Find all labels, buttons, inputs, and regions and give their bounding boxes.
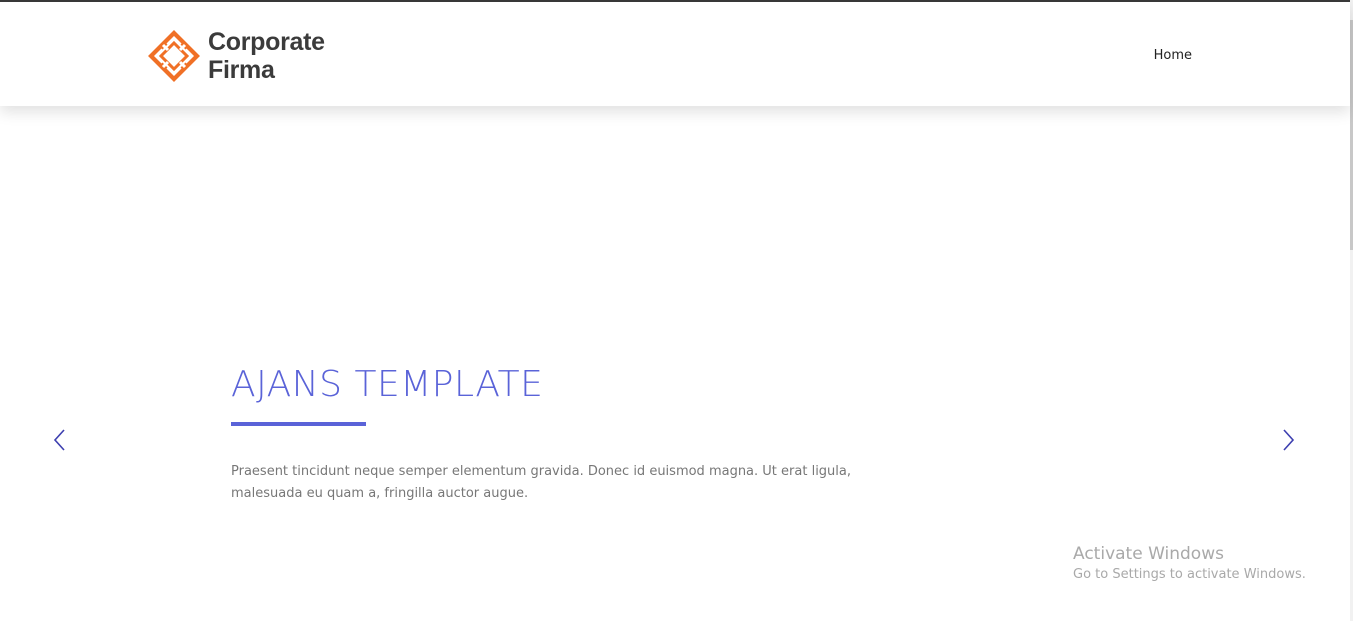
- watermark-subtitle: Go to Settings to activate Windows.: [1073, 567, 1306, 582]
- hero-title-underline: [231, 422, 366, 426]
- slider-next-button[interactable]: [1276, 426, 1300, 454]
- brand-name-line2: Firma: [208, 56, 275, 84]
- site-header: Corporate Firma Home: [0, 2, 1350, 106]
- hero-description: Praesent tincidunt neque semper elementu…: [231, 464, 852, 501]
- main-nav: Home: [1154, 46, 1192, 64]
- nav-item-home[interactable]: Home: [1154, 48, 1192, 63]
- brand-name-line1: Corporate: [208, 28, 325, 56]
- chevron-right-icon: [1283, 429, 1295, 451]
- chevron-left-icon: [53, 429, 65, 451]
- watermark-title: Activate Windows: [1073, 544, 1224, 564]
- brand-name: Corporate Firma: [208, 28, 325, 84]
- slider-prev-button[interactable]: [48, 426, 72, 454]
- hero-title: AJANS TEMPLATE: [231, 364, 544, 405]
- os-activation-watermark: Activate Windows Go to Settings to activ…: [1073, 543, 1306, 585]
- brand-logo[interactable]: Corporate Firma: [148, 28, 325, 84]
- diamond-logo-icon: [148, 30, 200, 82]
